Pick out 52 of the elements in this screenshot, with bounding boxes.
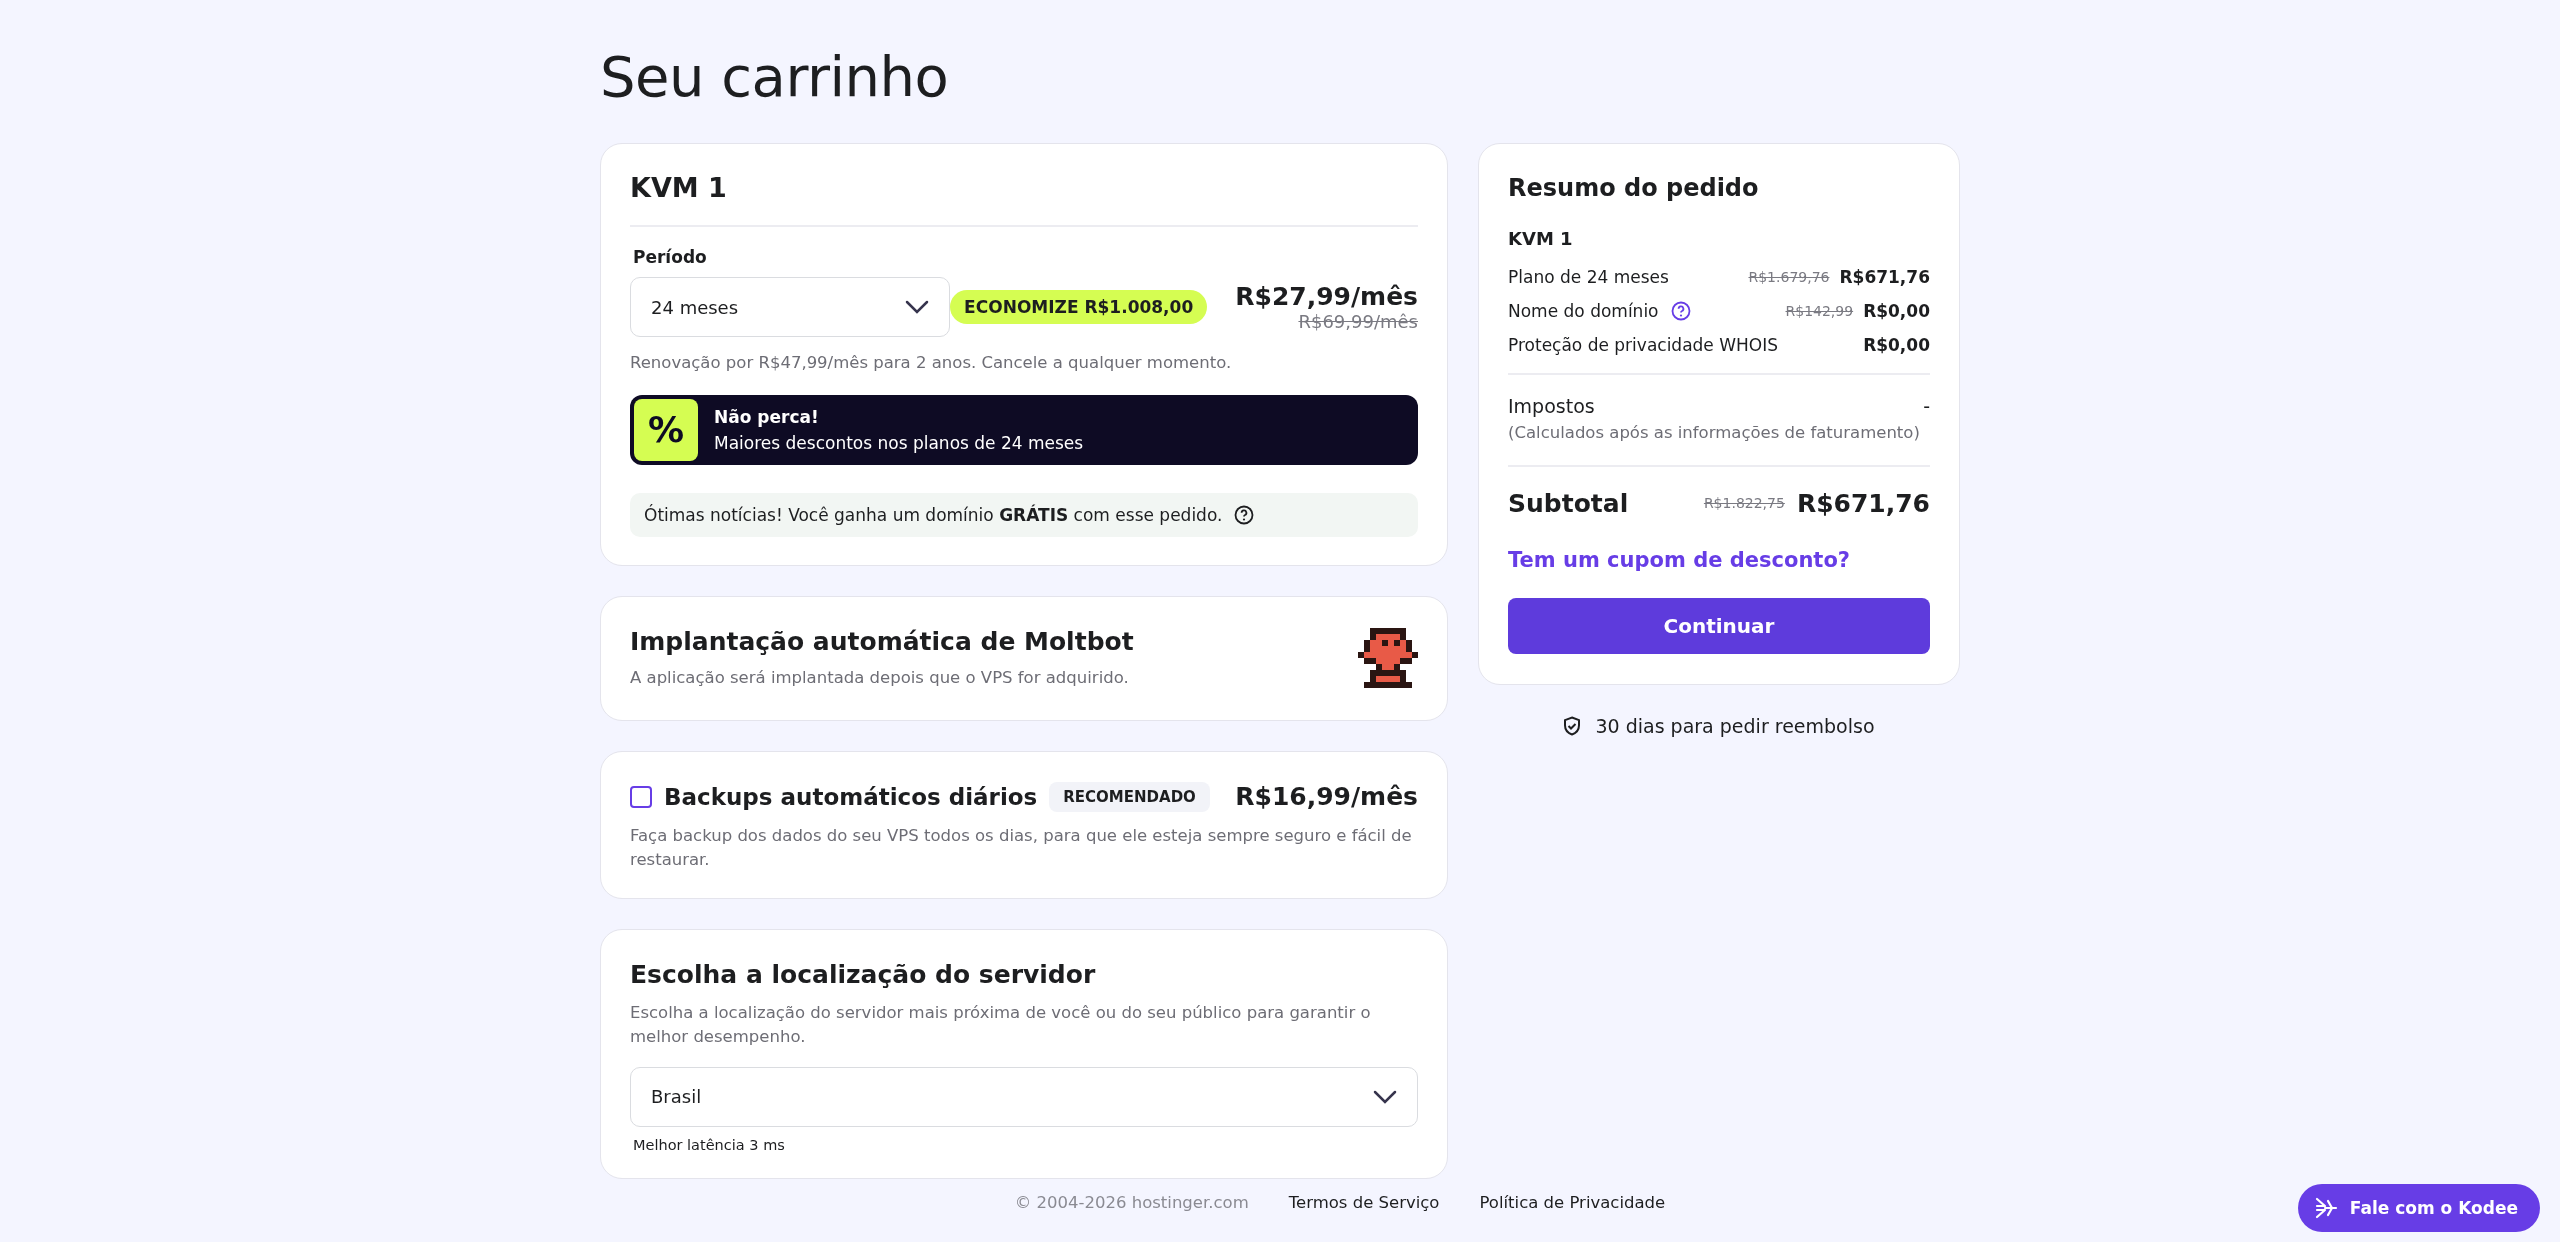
percent-icon: %	[634, 398, 698, 461]
renewal-note: Renovação por R$47,99/mês para 2 anos. Cancele a qualquer momento.	[630, 352, 1233, 374]
summary-title: Resumo do pedido	[1508, 174, 1760, 202]
subtotal-label: Subtotal	[1508, 488, 1629, 518]
location-title: Escolha a localização do servidor	[630, 959, 1097, 989]
backups-title: Backups automáticos diários	[664, 783, 1038, 810]
summary-old-price: R$1.679,76	[1748, 269, 1830, 285]
latency-note: Melhor latência 3 ms	[633, 1136, 785, 1153]
promo-title: Não perca!	[714, 405, 820, 429]
location-description: Escolha a localização do servidor mais próxima de você ou do seu público para garantir o melhor desempenho.	[630, 1001, 1372, 1048]
plan-price: R$27,99/mês	[1235, 282, 1418, 311]
coupon-link[interactable]: Tem um cupom de desconto?	[1508, 547, 1850, 572]
refund-note: 30 dias para pedir reembolso	[1595, 714, 1875, 737]
chat-button[interactable]: Fale com o Kodee	[2297, 1184, 2540, 1232]
period-select[interactable]: 24 meses	[630, 277, 950, 337]
chevron-down-icon	[905, 300, 929, 314]
summary-old-price: R$142,99	[1785, 303, 1854, 319]
old-price: R$69,99/mês	[1297, 311, 1418, 332]
help-icon[interactable]	[1670, 301, 1691, 321]
savings-badge: ECONOMIZE R$1.008,00	[950, 290, 1208, 324]
plan-name: KVM 1	[630, 172, 728, 203]
copyright: © 2004-2026 hostinger.com	[1014, 1192, 1249, 1212]
summary-line-label: Nome do domínio	[1508, 301, 1659, 321]
backups-description: Faça backup dos dados do seu VPS todos os dias, para que ele esteja sempre seguro e fácil de restaurar.	[630, 824, 1413, 871]
help-icon[interactable]	[1234, 504, 1255, 525]
summary-price: R$671,76	[1839, 267, 1930, 287]
subtotal-price: R$671,76	[1796, 488, 1930, 518]
subtotal-old-price: R$1.822,75	[1703, 495, 1785, 512]
moltbot-title: Implantação automática de Moltbot	[630, 626, 1134, 656]
robot-icon	[1358, 628, 1418, 689]
location-select[interactable]: Brasil	[630, 1066, 1418, 1127]
recommended-tag: RECOMENDADO	[1049, 781, 1210, 812]
taxes-value: -	[1923, 395, 1930, 417]
shield-check-icon	[1563, 715, 1582, 736]
footer-link[interactable]: Política de Privacidade	[1479, 1192, 1666, 1212]
summary-product: KVM 1	[1508, 228, 1573, 249]
summary-line-label: Plano de 24 meses	[1508, 267, 1669, 287]
promo-text: Maiores descontos nos planos de 24 meses	[714, 431, 1084, 455]
moltbot-description: A aplicação será implantada depois que o VPS for adquirido.	[630, 666, 1130, 689]
chevron-down-icon	[1373, 1089, 1397, 1104]
taxes-label: Impostos	[1508, 395, 1595, 417]
page-title: Seu carrinho	[600, 44, 950, 109]
summary-price: R$0,00	[1863, 301, 1930, 321]
period-label: Período	[633, 247, 708, 267]
domain-note: Ótimas notícias! Você ganha um domínio GRÁTIS com esse pedido.	[644, 504, 1223, 525]
summary-line-label: Proteção de privacidade WHOIS	[1508, 335, 1778, 355]
continue-button[interactable]: Continuar	[1508, 597, 1930, 654]
backups-checkbox[interactable]	[630, 785, 652, 808]
backups-price: R$16,99/mês	[1235, 782, 1418, 812]
taxes-note: (Calculados após as informações de faturamento)	[1508, 422, 1921, 444]
summary-price: R$0,00	[1863, 335, 1930, 355]
footer-link[interactable]: Termos de Serviço	[1288, 1192, 1440, 1212]
